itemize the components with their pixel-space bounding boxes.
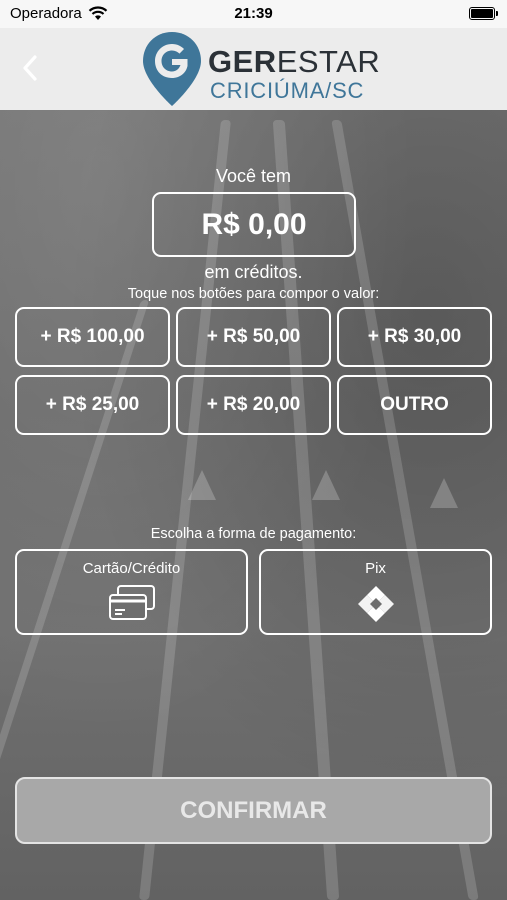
- add-20-button[interactable]: + R$ 20,00: [176, 375, 331, 435]
- logo-city: CRICIÚMA/SC: [210, 78, 365, 103]
- pix-payment-label: Pix: [365, 560, 386, 577]
- chevron-left-icon: [23, 55, 37, 81]
- confirm-button[interactable]: CONFIRMAR: [15, 777, 492, 844]
- battery-icon: [469, 7, 498, 20]
- status-bar: Operadora 21:39: [0, 0, 507, 28]
- back-button[interactable]: [12, 50, 48, 86]
- card-payment-label: Cartão/Crédito: [82, 560, 181, 577]
- value-hint: Toque nos botões para compor o valor:: [127, 286, 380, 302]
- card-payment-button[interactable]: Cartão/Crédito: [15, 549, 248, 635]
- app-header: GERESTAR CRICIÚMA/SC: [0, 28, 507, 110]
- credit-suffix-label: em créditos.: [204, 262, 303, 282]
- add-30-button[interactable]: + R$ 30,00: [337, 307, 492, 367]
- payment-method-label: Escolha a forma de pagamento:: [150, 526, 357, 542]
- location-pin-g-icon: [143, 32, 201, 106]
- gerestar-logo: GERESTAR CRICIÚMA/SC: [140, 30, 380, 108]
- credit-prefix-label: Você tem: [215, 166, 292, 186]
- pix-icon: [357, 586, 394, 622]
- credit-cards-icon: [108, 585, 155, 620]
- status-time: 21:39: [234, 5, 273, 22]
- other-value-button[interactable]: OUTRO: [337, 375, 492, 435]
- pix-payment-button[interactable]: Pix: [259, 549, 492, 635]
- background-road-image: [0, 0, 507, 900]
- value-button-grid: + R$ 100,00 + R$ 50,00 + R$ 30,00 + R$ 2…: [15, 307, 493, 435]
- logo-brand-name: GERESTAR: [208, 44, 381, 79]
- credit-balance: R$ 0,00: [152, 192, 356, 257]
- add-25-button[interactable]: + R$ 25,00: [15, 375, 170, 435]
- add-100-button[interactable]: + R$ 100,00: [15, 307, 170, 367]
- add-50-button[interactable]: + R$ 50,00: [176, 307, 331, 367]
